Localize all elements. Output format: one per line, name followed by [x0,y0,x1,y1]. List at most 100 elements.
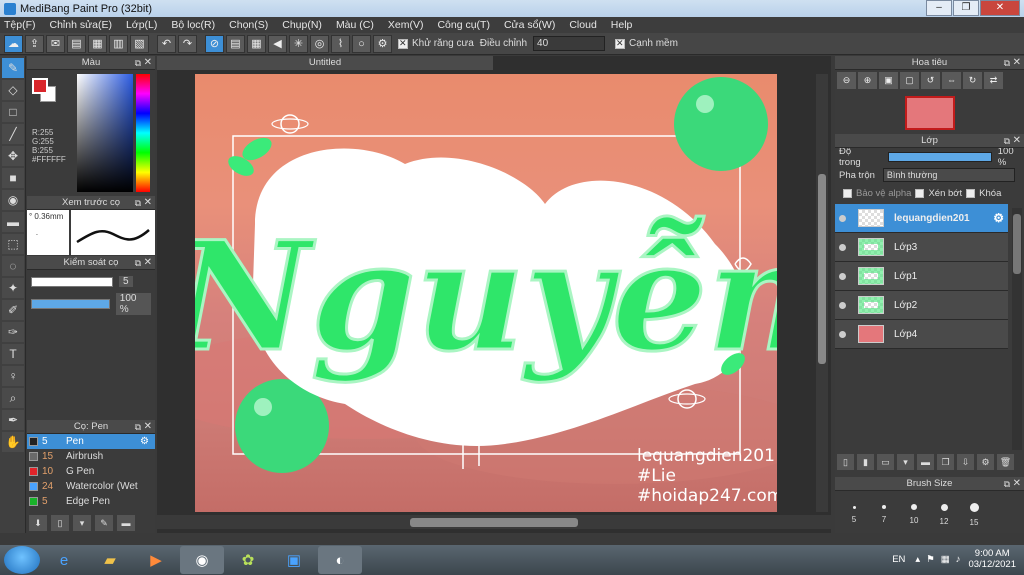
brush-size-preset[interactable]: 15 [959,495,989,527]
popout-icon[interactable]: ⧉ [1004,134,1010,148]
select-eraser-tool-icon[interactable]: ✑ [2,322,24,342]
close-icon[interactable]: ✕ [144,196,152,210]
visibility-eye-icon[interactable] [839,214,846,222]
brush-folder-icon[interactable]: ▬ [117,515,135,531]
close-icon[interactable]: ✕ [1013,56,1021,70]
network-icon[interactable]: ▦ [941,554,950,565]
close-icon[interactable]: ✕ [144,256,152,270]
page-icon[interactable]: ▤ [67,34,86,53]
rotate-right-icon[interactable]: ↻ [963,72,982,89]
menu-tools[interactable]: Công cụ(T) [437,19,490,31]
snap-off-icon[interactable]: ⊘ [205,34,224,53]
select-tool-icon[interactable]: ⬚ [2,234,24,254]
popout-icon[interactable]: ⧉ [135,420,141,434]
select-pen-tool-icon[interactable]: ✐ [2,300,24,320]
balloon-tool-icon[interactable]: ♀ [2,366,24,386]
new-folder-icon[interactable]: ▬ [917,454,934,470]
close-icon[interactable]: ✕ [144,56,152,70]
merge-layer-icon[interactable]: ⇩ [957,454,974,470]
undo-icon[interactable]: ↶ [157,34,176,53]
lock-checkbox[interactable] [966,188,976,198]
layer-row[interactable]: lequangdien201 ⚙ [835,204,1008,233]
hand-tool-icon[interactable]: ✋ [2,432,24,452]
brush-menu-icon[interactable]: ▾ [73,515,91,531]
brush-download-icon[interactable]: ⬇ [29,515,47,531]
brush-tool-icon[interactable]: ✎ [2,58,24,78]
zoom-out-icon[interactable]: ⊖ [837,72,856,89]
menu-color[interactable]: Màu (C) [336,19,374,31]
brush-size-value[interactable]: 5 [119,276,133,287]
navigator-thumbnail[interactable] [905,96,955,130]
move-tool-icon[interactable]: ✥ [2,146,24,166]
brush-item[interactable]: 10 G Pen [27,464,155,479]
close-icon[interactable]: ✕ [1013,134,1021,148]
layer-row[interactable]: Lớp1 [835,262,1008,291]
add-layer-menu-icon[interactable]: ▾ [897,454,914,470]
volume-icon[interactable]: ♪ [956,554,961,565]
curve-snap-icon[interactable]: ⌇ [331,34,350,53]
menu-help[interactable]: Help [611,19,633,31]
language-indicator[interactable]: EN [892,554,905,565]
pen-nib-tool-icon[interactable]: ✒ [2,410,24,430]
grid-page-icon[interactable]: ▥ [109,34,128,53]
actual-size-icon[interactable]: ▢ [900,72,919,89]
gear-icon[interactable]: ⚙ [993,211,1004,225]
new-1bit-layer-icon[interactable]: ▭ [877,454,894,470]
new-brush-icon[interactable]: ▯ [51,515,69,531]
lasso-tool-icon[interactable]: ◌ [2,256,24,276]
ie-icon[interactable]: e [42,546,86,574]
radial-snap-icon[interactable]: ✳ [289,34,308,53]
maximize-button[interactable]: ❐ [953,0,979,16]
horizontal-scrollbar[interactable] [157,515,831,529]
brush-opacity-slider[interactable] [31,299,110,309]
layer-scrollbar[interactable] [1012,208,1022,450]
rotate-left-icon[interactable]: ↺ [921,72,940,89]
medibang-icon[interactable]: ◐ [318,546,362,574]
brush-item[interactable]: 24 Watercolor (Wet [27,479,155,494]
share-icon[interactable]: ⇪ [25,34,44,53]
sharp-edge-checkbox[interactable] [615,38,626,49]
parallel-snap-icon[interactable]: ▤ [226,34,245,53]
layer-row[interactable]: Lớp4 [835,320,1008,349]
gear-icon[interactable]: ⚙ [140,436,149,447]
hue-slider[interactable] [136,74,150,192]
document-tab[interactable]: Untitled [157,56,493,70]
redo-icon[interactable]: ↷ [178,34,197,53]
eraser-tool-icon[interactable]: ◇ [2,80,24,100]
fit-screen-icon[interactable]: ▣ [879,72,898,89]
correction-select[interactable]: 40 [533,36,606,51]
fill-rect-tool-icon[interactable]: ■ [2,168,24,188]
visibility-eye-icon[interactable] [839,301,846,309]
line-tool-icon[interactable]: ╱ [2,124,24,144]
menu-filter[interactable]: Bộ lọc(R) [171,19,215,31]
visibility-eye-icon[interactable] [839,330,846,338]
brush-settings-icon[interactable]: ✎ [95,515,113,531]
new-halftone-layer-icon[interactable]: ▮ [857,454,874,470]
foreground-color-swatch[interactable] [32,78,48,94]
duplicate-layer-icon[interactable]: ❐ [937,454,954,470]
chrome-icon[interactable]: ◉ [180,546,224,574]
layer-settings-icon[interactable]: ⚙ [977,454,994,470]
brush-size-preset[interactable]: 10 [899,495,929,527]
document-icon[interactable]: ▦ [88,34,107,53]
menu-cloud[interactable]: Cloud [569,19,596,31]
close-button[interactable]: ✕ [980,0,1020,16]
new-layer-icon[interactable]: ▯ [837,454,854,470]
close-icon[interactable]: ✕ [1013,477,1021,491]
protect-alpha-checkbox[interactable] [843,188,852,198]
saturation-value-picker[interactable] [77,74,133,192]
clock[interactable]: 9:00 AM 03/12/2021 [968,548,1016,570]
zoom-in-icon[interactable]: ⊕ [858,72,877,89]
popout-icon[interactable]: ⧉ [1004,56,1010,70]
text-tool-icon[interactable]: T [2,344,24,364]
layer-opacity-slider[interactable] [888,152,992,162]
zoom-icon[interactable]: ▣ [272,546,316,574]
rectangle-tool-icon[interactable]: □ [2,102,24,122]
media-player-icon[interactable]: ▶ [134,546,178,574]
menu-edit[interactable]: Chỉnh sửa(E) [50,19,112,31]
magic-wand-tool-icon[interactable]: ✦ [2,278,24,298]
drawing-canvas[interactable]: Nguyễn lequangdien201 #Lie #hoidap247.co… [195,74,777,512]
brush-item[interactable]: 5 Pen ⚙ [27,434,155,449]
popout-icon[interactable]: ⧉ [1004,477,1010,491]
popout-icon[interactable]: ⧉ [135,196,141,210]
